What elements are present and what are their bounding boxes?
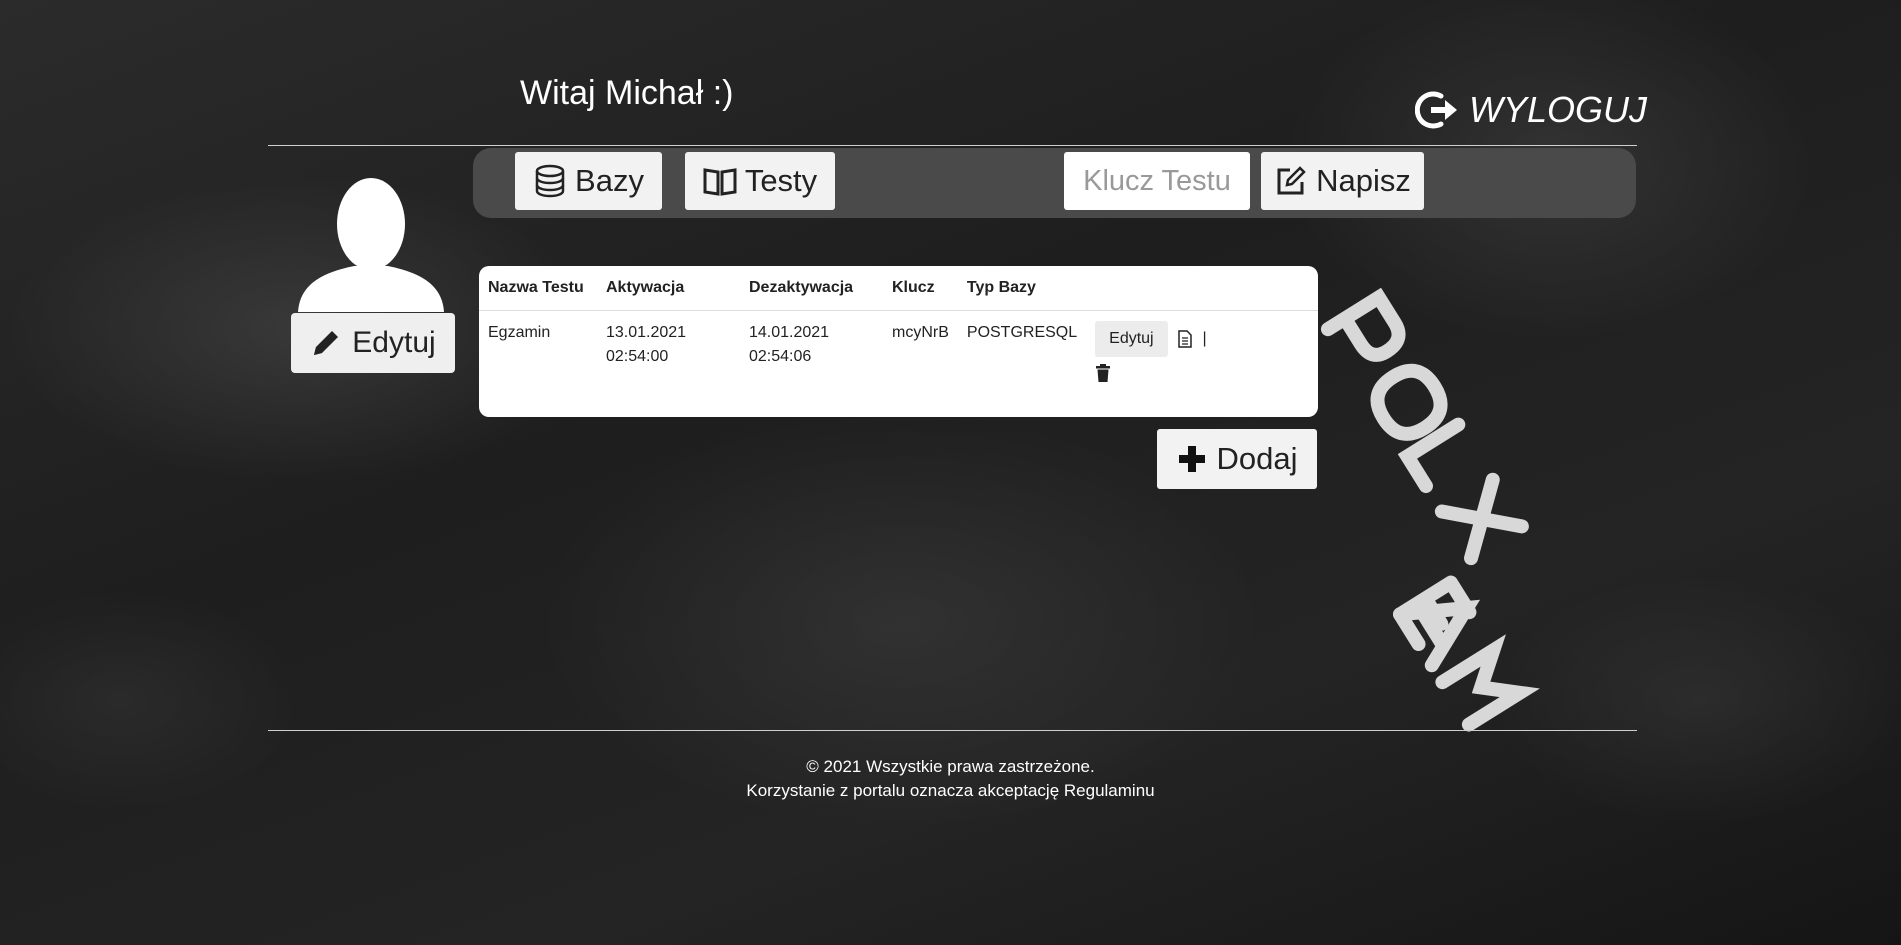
add-test-label: Dodaj xyxy=(1216,441,1298,476)
footer-terms: Korzystanie z portalu oznacza akceptację… xyxy=(746,781,1155,800)
napisz-button[interactable]: Napisz xyxy=(1261,152,1424,210)
header-actions xyxy=(1086,266,1318,311)
tests-table-card: Nazwa Testu Aktywacja Dezaktywacja Klucz… xyxy=(479,266,1318,417)
cell-deactivation: 14.01.2021 02:54:06 xyxy=(740,311,883,396)
action-separator: | xyxy=(1202,330,1207,347)
testy-button[interactable]: Testy xyxy=(685,152,835,210)
activation-time: 02:54:00 xyxy=(606,348,669,365)
napisz-label: Napisz xyxy=(1316,163,1411,198)
trash-icon[interactable] xyxy=(1095,363,1111,382)
header-activation: Aktywacja xyxy=(606,279,685,296)
header-db-type: Typ Bazy xyxy=(966,279,1036,296)
bazy-label: Bazy xyxy=(575,163,644,198)
footer-copyright: © 2021 Wszystkie prawa zastrzeżone. xyxy=(806,757,1095,776)
cell-actions: Edytuj | xyxy=(1086,311,1318,396)
edit-profile-label: Edytuj xyxy=(352,326,436,359)
edit-note-icon xyxy=(1277,166,1306,195)
toolbar: Bazy Testy Napisz xyxy=(473,148,1636,218)
cell-key: mcyNrB xyxy=(892,324,949,341)
cell-activation: 13.01.2021 02:54:00 xyxy=(597,311,740,396)
cell-db-type: POSTGRESQL xyxy=(966,324,1078,341)
row-edit-button[interactable]: Edytuj xyxy=(1095,321,1168,357)
test-key-input[interactable] xyxy=(1064,152,1250,210)
table-header-row: Nazwa Testu Aktywacja Dezaktywacja Klucz… xyxy=(479,266,1318,311)
tests-table: Nazwa Testu Aktywacja Dezaktywacja Klucz… xyxy=(479,266,1318,395)
database-icon xyxy=(535,164,565,198)
logout-label: WYLOGUJ xyxy=(1469,89,1648,130)
plus-icon xyxy=(1178,446,1205,472)
logout-icon xyxy=(1415,91,1457,129)
footer: © 2021 Wszystkie prawa zastrzeżone. Korz… xyxy=(0,755,1901,803)
book-icon xyxy=(703,168,737,196)
testy-label: Testy xyxy=(744,163,818,198)
deactivation-date: 14.01.2021 xyxy=(749,324,830,341)
table-row: Egzamin 13.01.2021 02:54:00 14.01.2021 0… xyxy=(479,311,1318,396)
logout-link[interactable]: WYLOGUJ xyxy=(1415,88,1647,132)
header-key: Klucz xyxy=(892,279,935,296)
greeting: Witaj Michał :) xyxy=(520,74,734,112)
pencil-icon xyxy=(314,331,339,355)
bazy-button[interactable]: Bazy xyxy=(515,152,662,210)
deactivation-time: 02:54:06 xyxy=(749,348,812,365)
cell-test-name: Egzamin xyxy=(488,324,551,341)
document-icon[interactable] xyxy=(1178,330,1192,348)
header-test-name: Nazwa Testu xyxy=(488,279,584,296)
add-test-button[interactable]: Dodaj xyxy=(1157,429,1317,489)
header-deactivation: Dezaktywacja xyxy=(749,279,854,296)
edit-profile-button[interactable]: Edytuj xyxy=(291,313,455,373)
avatar-icon xyxy=(298,178,444,312)
header-divider xyxy=(268,145,1637,146)
footer-divider xyxy=(268,730,1637,731)
activation-date: 13.01.2021 xyxy=(606,324,687,341)
